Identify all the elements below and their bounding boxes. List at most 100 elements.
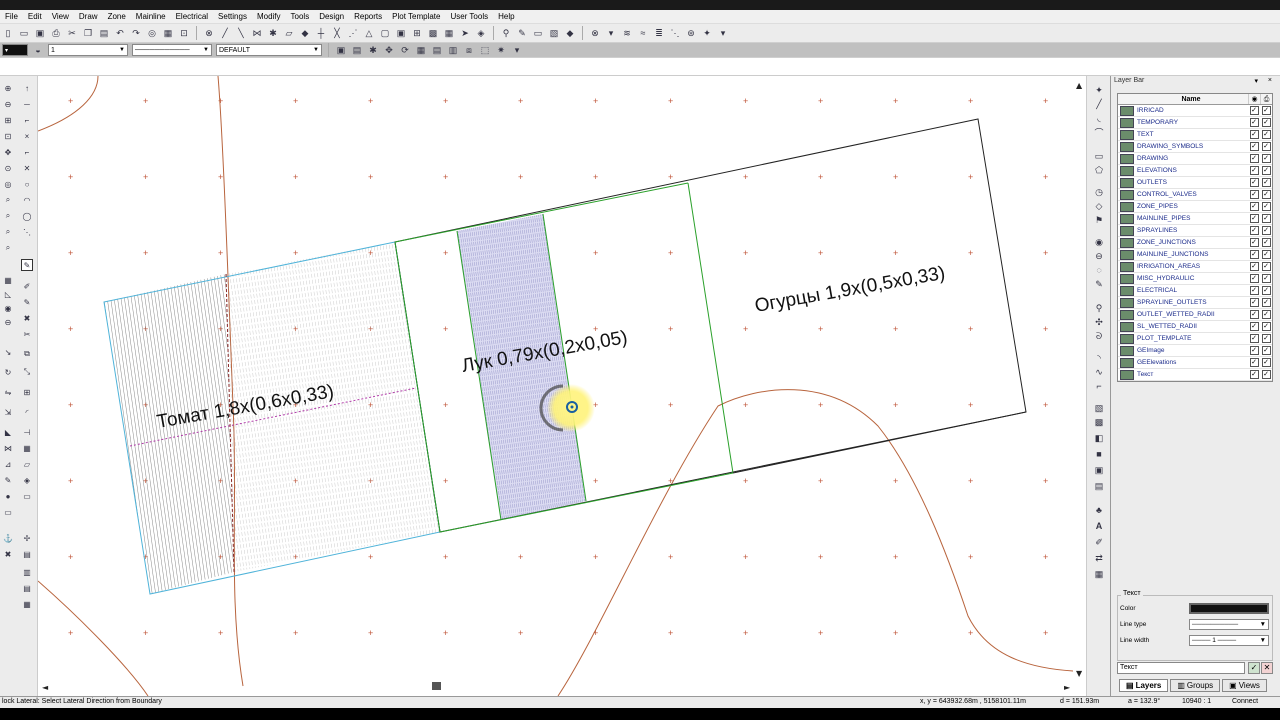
move-icon[interactable]: ↘ <box>2 346 14 358</box>
layer-visible-checkbox[interactable]: ✓ <box>1249 322 1259 331</box>
layers-icon[interactable]: ▤ <box>350 43 364 57</box>
layer-row[interactable]: SPRAYLINE_OUTLETS ✓ ✓ <box>1118 297 1272 309</box>
stretch-icon[interactable]: ⇲ <box>2 406 14 418</box>
menu-settings[interactable]: Settings <box>213 12 252 21</box>
edit-text-icon[interactable]: ✐ <box>1092 536 1106 548</box>
menu-view[interactable]: View <box>47 12 74 21</box>
layers-icon[interactable]: ▤ <box>21 548 33 560</box>
layer-row[interactable]: MISC_HYDRAULIC ✓ ✓ <box>1118 273 1272 285</box>
layer-row[interactable]: DRAWING_SYMBOLS ✓ ✓ <box>1118 141 1272 153</box>
close-icon[interactable]: ✕ <box>21 162 33 174</box>
area-icon[interactable]: ▱ <box>21 458 33 470</box>
layer-visible-checkbox[interactable]: ✓ <box>1249 370 1259 379</box>
layer-print-checkbox[interactable]: ✓ <box>1261 154 1271 163</box>
menu-reports[interactable]: Reports <box>349 12 387 21</box>
delete-icon[interactable]: ✖ <box>21 312 33 324</box>
copy-icon[interactable]: ⧉ <box>21 348 33 360</box>
line-type-combo[interactable]: ─────────── ▼ <box>132 44 212 56</box>
select-icon[interactable]: ▦ <box>442 26 456 40</box>
offset-icon[interactable]: ◉ <box>2 302 14 314</box>
layer-visible-checkbox[interactable]: ✓ <box>1249 226 1259 235</box>
break-icon[interactable]: ⊣ <box>21 426 33 438</box>
menu-help[interactable]: Help <box>493 12 519 21</box>
layer-visible-checkbox[interactable]: ✓ <box>1249 310 1259 319</box>
menu-draw[interactable]: Draw <box>74 12 103 21</box>
zoom-all-icon[interactable]: ◎ <box>2 178 14 190</box>
layer-print-checkbox[interactable]: ✓ <box>1261 106 1271 115</box>
layer-row[interactable]: OUTLET_WETTED_RADII ✓ ✓ <box>1118 309 1272 321</box>
eye-icon[interactable]: ◉ <box>1248 94 1260 104</box>
menu-file[interactable]: File <box>0 12 23 21</box>
list-icon[interactable]: ▤ <box>21 582 33 594</box>
pipe-icon[interactable]: ╲ <box>234 26 248 40</box>
rect-icon[interactable]: ▭ <box>2 506 14 518</box>
tab-views[interactable]: ▣ Views <box>1222 679 1267 692</box>
new-file-icon[interactable]: ▯ <box>1 26 15 40</box>
point-icon[interactable]: ✦ <box>1092 84 1106 96</box>
print-icon[interactable]: ⎙ <box>1260 94 1272 104</box>
flag-icon[interactable]: ⚑ <box>1092 214 1106 226</box>
layer-visible-checkbox[interactable]: ✓ <box>1249 346 1259 355</box>
measure-icon[interactable]: ▥ <box>446 43 460 57</box>
explode-icon[interactable]: ⊖ <box>2 316 14 328</box>
zoom-extents-icon[interactable]: ⊡ <box>2 130 14 142</box>
misc-icon[interactable]: ✦ <box>700 26 714 40</box>
menu-user-tools[interactable]: User Tools <box>445 12 493 21</box>
layer-row[interactable]: ELECTRICAL ✓ ✓ <box>1118 285 1272 297</box>
layer-print-checkbox[interactable]: ✓ <box>1261 178 1271 187</box>
zoom-out-icon[interactable]: ⊖ <box>2 98 14 110</box>
picture-icon[interactable]: ▦ <box>1092 568 1106 580</box>
layer-print-checkbox[interactable]: ✓ <box>1261 274 1271 283</box>
pin-icon[interactable]: ▾ <box>1254 77 1258 85</box>
circle-icon[interactable]: ◷ <box>1092 186 1106 198</box>
layer-row[interactable]: IRRICAD ✓ ✓ <box>1118 105 1272 117</box>
copy-icon[interactable]: ❐ <box>81 26 95 40</box>
zoom-prev-icon[interactable]: ⊙ <box>2 162 14 174</box>
table-icon[interactable]: ▦ <box>21 598 33 610</box>
stop-icon[interactable]: ⊗ <box>588 26 602 40</box>
layer-visible-checkbox[interactable]: ✓ <box>1249 154 1259 163</box>
layer-print-checkbox[interactable]: ✓ <box>1261 226 1271 235</box>
junction-icon[interactable]: ✱ <box>266 26 280 40</box>
layer-row[interactable]: SL_WETTED_RADII ✓ ✓ <box>1118 321 1272 333</box>
node-icon[interactable]: ◈ <box>474 26 488 40</box>
flow-icon[interactable]: ≋ <box>620 26 634 40</box>
layer-print-checkbox[interactable]: ✓ <box>1261 118 1271 127</box>
layer-print-checkbox[interactable]: ✓ <box>1261 298 1271 307</box>
layer-row[interactable]: GEElevations ✓ ✓ <box>1118 357 1272 369</box>
layer-combo[interactable]: DEFAULT ▼ <box>216 44 322 56</box>
menu-mainline[interactable]: Mainline <box>131 12 171 21</box>
extend-icon[interactable]: ✎ <box>21 296 33 308</box>
magnifier-icon[interactable]: ⌕ <box>2 242 14 254</box>
array-icon[interactable]: ⊞ <box>21 386 33 398</box>
layer-print-checkbox[interactable]: ✓ <box>1261 202 1271 211</box>
cross-icon[interactable]: × <box>21 130 33 142</box>
fillet-icon[interactable]: ◜ <box>21 406 33 418</box>
corner-icon[interactable]: ⌐ <box>21 146 33 158</box>
trim-icon[interactable]: ◺ <box>2 288 14 300</box>
map-icon[interactable]: ▤ <box>1092 480 1106 492</box>
layer-row[interactable]: PLOT_TEMPLATE ✓ ✓ <box>1118 333 1272 345</box>
menu-design[interactable]: Design <box>314 12 349 21</box>
ortho-icon[interactable]: ⊡ <box>177 26 191 40</box>
block-icon[interactable]: ✱ <box>366 43 380 57</box>
apply-icon[interactable]: ✓ <box>1248 662 1260 674</box>
layer-visible-checkbox[interactable]: ✓ <box>1249 118 1259 127</box>
layer-visible-checkbox[interactable]: ✓ <box>1249 286 1259 295</box>
layer-print-checkbox[interactable]: ✓ <box>1261 310 1271 319</box>
outlet-icon[interactable]: ⊗ <box>202 26 216 40</box>
delete-layer-icon[interactable]: ✕ <box>1261 662 1273 674</box>
layer-row[interactable]: DRAWING ✓ ✓ <box>1118 153 1272 165</box>
layer-print-checkbox[interactable]: ✓ <box>1261 262 1271 271</box>
magnifier-icon[interactable]: ⌕ <box>2 210 14 222</box>
arrow-tool-icon[interactable]: ➤ <box>458 26 472 40</box>
save-icon[interactable]: ▣ <box>33 26 47 40</box>
polyline-icon[interactable]: ⌐ <box>21 114 33 126</box>
layer-icon[interactable]: ◒ <box>31 43 45 57</box>
tab-layers[interactable]: ▤ Layers <box>1119 679 1169 692</box>
layer-visible-checkbox[interactable]: ✓ <box>1249 130 1259 139</box>
layer-print-checkbox[interactable]: ✓ <box>1261 370 1271 379</box>
print-icon[interactable]: ⎙ <box>49 26 63 40</box>
magnifier-icon[interactable]: ⌕ <box>2 194 14 206</box>
stack-icon[interactable]: ▥ <box>21 566 33 578</box>
